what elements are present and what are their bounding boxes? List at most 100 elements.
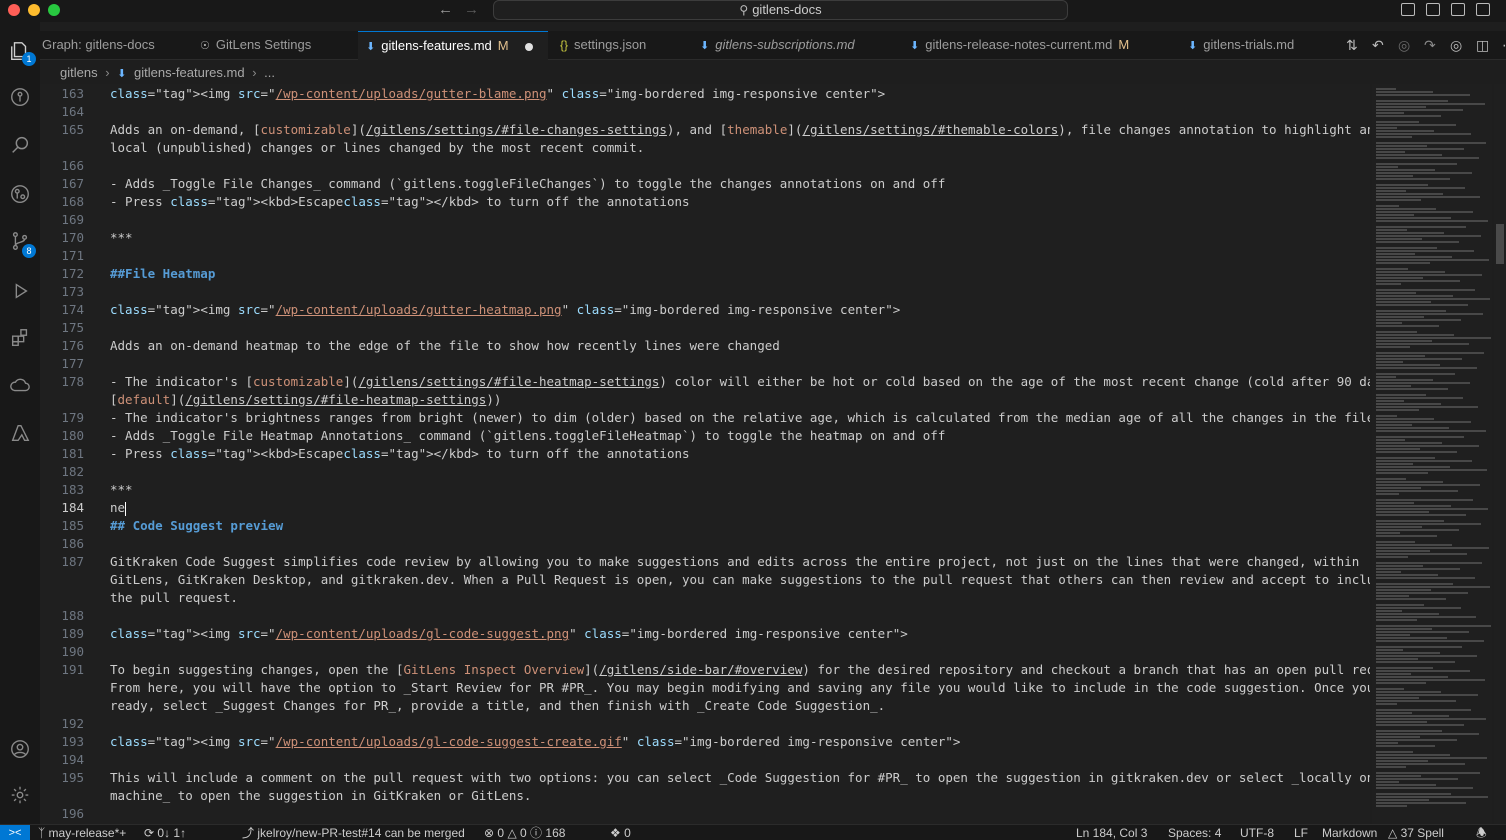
minimap-line [1376, 313, 1483, 315]
minimap-line [1376, 268, 1408, 270]
minimap-line [1376, 619, 1417, 621]
minimap-line [1376, 772, 1480, 774]
end-of-line[interactable]: LF [1294, 825, 1308, 840]
minimap-line [1376, 730, 1442, 732]
back-arrow-icon[interactable]: ← [438, 1, 453, 18]
inspect-commit-icon[interactable]: ◎ [1450, 37, 1462, 54]
forward-arrow-icon[interactable]: → [464, 1, 479, 18]
settings-gear-icon[interactable] [8, 784, 32, 808]
revision-dot-icon[interactable]: ◎ [1398, 37, 1410, 54]
breadcrumb-folder[interactable]: gitlens [60, 65, 98, 80]
gitlens-inspect-icon[interactable] [8, 86, 32, 110]
line-number: 167 [61, 176, 84, 191]
minimap-line [1376, 487, 1421, 489]
toggle-primary-sidebar-icon[interactable] [1401, 3, 1415, 16]
minimap-line [1376, 640, 1484, 642]
activity-bar: 1 8 [0, 22, 40, 824]
remote-explorer-icon[interactable] [8, 374, 32, 398]
toggle-panel-icon[interactable] [1426, 3, 1440, 16]
vertical-scrollbar[interactable] [1494, 84, 1506, 824]
minimap-line [1376, 364, 1440, 366]
minimap-line [1376, 520, 1444, 522]
code-editor[interactable]: 163 class="tag"><img src="/wp-content/upl… [40, 84, 1370, 824]
minimap-line [1376, 424, 1412, 426]
minimap-line [1376, 775, 1421, 777]
customize-layout-icon[interactable] [1476, 3, 1490, 16]
minimap-line [1376, 472, 1428, 474]
account-icon[interactable] [8, 738, 32, 762]
indentation[interactable]: Spaces: 4 [1168, 825, 1221, 840]
line-number: 177 [61, 356, 84, 371]
open-changes-icon[interactable]: ⇅ [1346, 37, 1358, 54]
tab-graph[interactable]: Graph: gitlens-docs [40, 31, 190, 60]
minimap-line [1376, 385, 1411, 387]
language-mode[interactable]: Markdown [1322, 825, 1377, 840]
notifications-bell-icon[interactable]: 🕭 [1476, 825, 1487, 840]
code-line: class="tag"><img src="/wp-content/upload… [110, 302, 901, 317]
tab-gitlens-trials[interactable]: ⬇ gitlens-trials.md [1180, 31, 1330, 60]
minimap-line [1376, 568, 1460, 570]
previous-revision-icon[interactable]: ↶ [1372, 37, 1384, 54]
problems-status[interactable]: ⊗ 0 △ 0 ⓘ 168 [484, 825, 565, 840]
line-number: 175 [61, 320, 84, 335]
minimap-line [1376, 319, 1461, 321]
minimap-line [1376, 100, 1448, 102]
gitlens-icon[interactable] [8, 183, 32, 207]
minimize-window-button[interactable] [28, 4, 40, 16]
command-center-search[interactable]: ⚲ gitlens-docs [493, 0, 1068, 20]
ports-status[interactable]: ❖ 0 [610, 825, 631, 840]
line-number: 187 [61, 554, 84, 569]
close-window-button[interactable] [8, 4, 20, 16]
minimap-line [1376, 427, 1449, 429]
split-editor-icon[interactable]: ◫ [1476, 37, 1489, 54]
scrollbar-thumb[interactable] [1496, 224, 1504, 264]
minimap-line [1376, 550, 1430, 552]
minimap-line [1376, 712, 1412, 714]
minimap-line [1376, 103, 1485, 105]
more-actions-icon[interactable]: ⋯ [1502, 37, 1506, 54]
minimap-line [1376, 490, 1458, 492]
minimap-line [1376, 649, 1403, 651]
next-revision-icon[interactable]: ↷ [1424, 37, 1436, 54]
tab-gitlens-subscriptions[interactable]: ⬇ gitlens-subscriptions.md [692, 31, 890, 60]
minimap-line [1376, 253, 1415, 255]
code-line: *** [110, 230, 133, 245]
minimap-line [1376, 220, 1488, 222]
toggle-secondary-sidebar-icon[interactable] [1451, 3, 1465, 16]
breadcrumb-symbols[interactable]: ... [264, 65, 275, 80]
tab-label: gitlens-trials.md [1203, 37, 1295, 52]
azure-icon[interactable] [8, 422, 32, 446]
warnings-count: 0 [520, 826, 527, 840]
minimap-line [1376, 523, 1481, 525]
code-line: local (unpublished) changes or lines cha… [110, 140, 645, 155]
sync-status[interactable]: ⟳ 0↓ 1↑ [144, 825, 186, 840]
cursor-position[interactable]: Ln 184, Col 3 [1076, 825, 1147, 840]
errors-count: 0 [497, 826, 505, 840]
line-number: 173 [61, 284, 84, 299]
remote-indicator-icon[interactable]: >< [0, 825, 30, 840]
explorer-badge: 1 [22, 52, 36, 66]
minimap-line [1376, 436, 1464, 438]
minimap-line [1376, 508, 1488, 510]
minimap-line [1376, 592, 1468, 594]
minimap[interactable] [1372, 84, 1492, 824]
search-icon[interactable] [8, 134, 32, 158]
run-debug-icon[interactable] [8, 280, 32, 304]
encoding[interactable]: UTF-8 [1240, 825, 1274, 840]
minimap-line [1376, 376, 1396, 378]
minimap-line [1376, 109, 1463, 111]
gitlens-icon: ☉ [200, 40, 210, 52]
pr-status[interactable]: ⤴ jkelroy/new-PR-test#14 can be merged [242, 825, 465, 840]
breadcrumb-file[interactable]: gitlens-features.md [134, 65, 245, 80]
minimap-line [1376, 400, 1404, 402]
tab-gitlens-release-notes[interactable]: ⬇ gitlens-release-notes-current.md M [902, 31, 1164, 60]
tab-gitlens-features[interactable]: ⬇ gitlens-features.md M [358, 31, 548, 60]
tab-gitlens-settings[interactable]: ☉ GitLens Settings [192, 31, 358, 60]
unsaved-dot-icon[interactable] [524, 42, 533, 51]
minimap-line [1376, 403, 1441, 405]
extensions-icon[interactable] [8, 327, 32, 351]
spell-status[interactable]: △ 37 Spell [1388, 825, 1444, 840]
branch-status[interactable]: ᛉ may-release*+ [38, 825, 126, 840]
tab-settings-json[interactable]: {} settings.json [552, 31, 688, 60]
maximize-window-button[interactable] [48, 4, 60, 16]
